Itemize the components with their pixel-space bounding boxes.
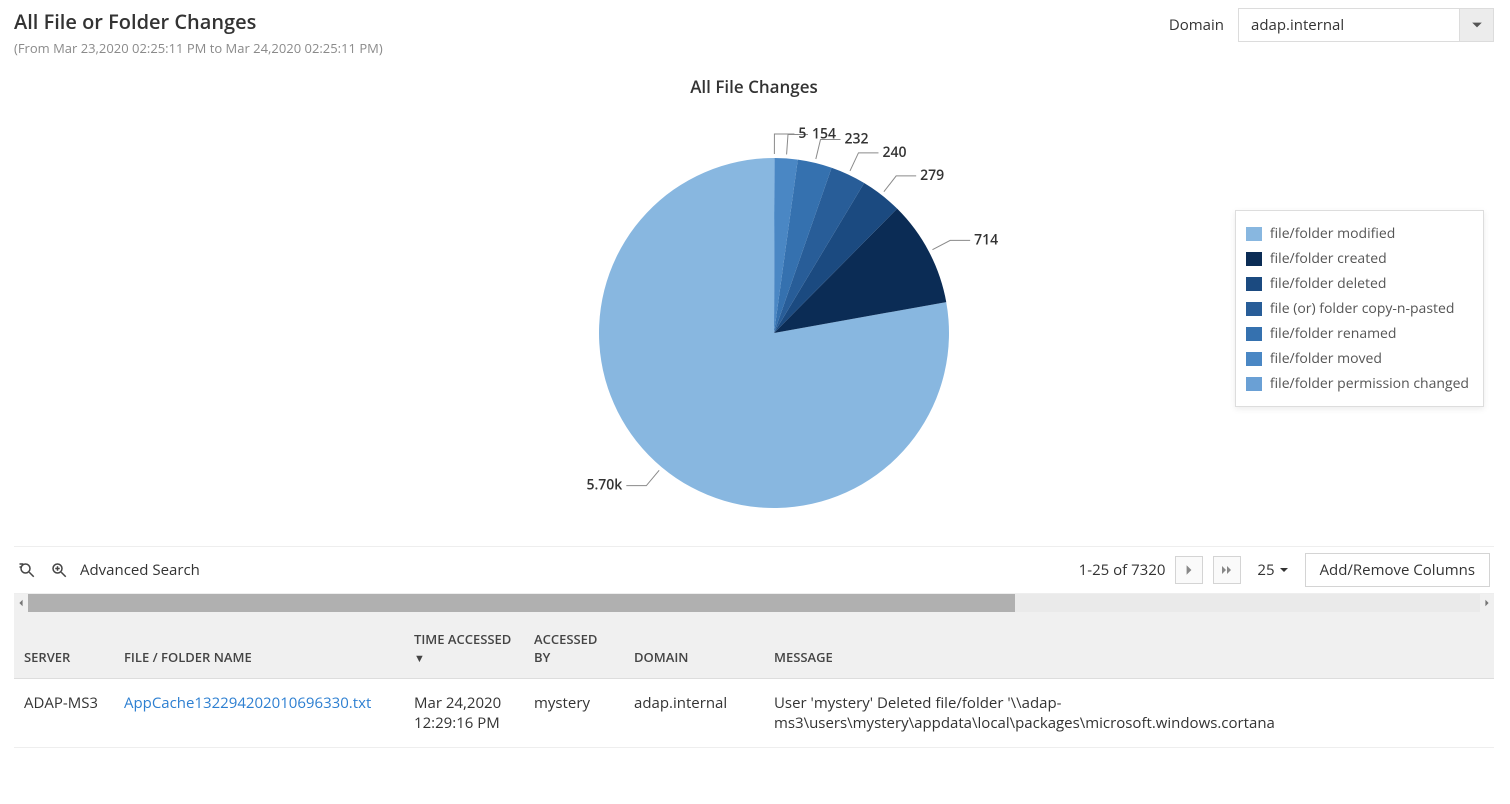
legend-label: file (or) folder copy-n-pasted — [1270, 299, 1455, 318]
file-link[interactable]: AppCache132294202010696330.txt — [124, 693, 371, 713]
chart-title: All File Changes — [14, 75, 1494, 98]
horizontal-scrollbar[interactable] — [14, 594, 1494, 612]
advanced-search-link[interactable]: Advanced Search — [80, 560, 200, 580]
col-domain[interactable]: DOMAIN — [624, 612, 764, 679]
col-time-label: TIME ACCESSED — [414, 630, 511, 648]
pie-slice-label: 279 — [920, 166, 944, 185]
domain-select[interactable]: adap.internal — [1238, 8, 1494, 42]
scroll-right-icon[interactable] — [1480, 599, 1494, 607]
legend-label: file/folder renamed — [1270, 324, 1397, 343]
page-size-select[interactable]: 25 — [1251, 560, 1294, 580]
pie-chart: 5.70k 714 279 240 232 154 5 — [404, 108, 1104, 528]
pie-slice-label: 240 — [882, 143, 906, 162]
pie-slice-label: 5.70k — [586, 476, 622, 495]
table-row[interactable]: ADAP-MS3AppCache132294202010696330.txtMa… — [14, 679, 1494, 748]
legend-swatch — [1246, 327, 1262, 341]
add-remove-columns-button[interactable]: Add/Remove Columns — [1305, 553, 1490, 587]
sort-desc-icon: ▼ — [414, 651, 425, 666]
pagination-range: 1-25 of 7320 — [1079, 560, 1166, 580]
search-plus-icon[interactable] — [48, 559, 70, 581]
legend-label: file/folder created — [1270, 249, 1387, 268]
legend-swatch — [1246, 302, 1262, 316]
last-page-button[interactable] — [1213, 556, 1241, 584]
legend-item[interactable]: file/folder renamed — [1246, 321, 1469, 346]
legend-label: file/folder modified — [1270, 224, 1395, 243]
legend-item[interactable]: file (or) folder copy-n-pasted — [1246, 296, 1469, 321]
col-message[interactable]: MESSAGE — [764, 612, 1494, 679]
col-time-accessed[interactable]: TIME ACCESSED ▼ — [404, 612, 524, 679]
chevron-down-icon — [1279, 565, 1289, 575]
legend-label: file/folder deleted — [1270, 274, 1386, 293]
col-server[interactable]: SERVER — [14, 612, 114, 679]
legend-label: file/folder moved — [1270, 349, 1382, 368]
col-accessed-by[interactable]: ACCESSED BY — [524, 612, 624, 679]
pie-slice-label: 5 — [798, 124, 806, 143]
legend-label: file/folder permission changed — [1270, 374, 1469, 393]
scroll-left-icon[interactable] — [14, 599, 28, 607]
legend-item[interactable]: file/folder modified — [1246, 221, 1469, 246]
legend-swatch — [1246, 227, 1262, 241]
legend-item[interactable]: file/folder created — [1246, 246, 1469, 271]
pie-slice-label: 232 — [845, 130, 869, 149]
results-table: SERVER FILE / FOLDER NAME TIME ACCESSED … — [14, 612, 1494, 748]
page-title: All File or Folder Changes — [14, 8, 383, 35]
legend-item[interactable]: file/folder moved — [1246, 346, 1469, 371]
chevron-down-icon[interactable] — [1459, 9, 1493, 41]
legend-item[interactable]: file/folder deleted — [1246, 271, 1469, 296]
legend-swatch — [1246, 352, 1262, 366]
col-file[interactable]: FILE / FOLDER NAME — [114, 612, 404, 679]
legend-item[interactable]: file/folder permission changed — [1246, 371, 1469, 396]
legend-swatch — [1246, 277, 1262, 291]
pie-slice-label: 154 — [812, 124, 836, 143]
legend-swatch — [1246, 252, 1262, 266]
chart-legend: file/folder modified file/folder created f… — [1235, 210, 1484, 407]
legend-swatch — [1246, 377, 1262, 391]
domain-select-value: adap.internal — [1239, 9, 1459, 41]
next-page-button[interactable] — [1175, 556, 1203, 584]
domain-label: Domain — [1169, 15, 1224, 35]
pie-slice-label: 714 — [974, 230, 998, 249]
filter-icon[interactable] — [16, 559, 38, 581]
page-size-value: 25 — [1257, 560, 1274, 580]
page-subtitle: (From Mar 23,2020 02:25:11 PM to Mar 24,… — [14, 39, 383, 57]
